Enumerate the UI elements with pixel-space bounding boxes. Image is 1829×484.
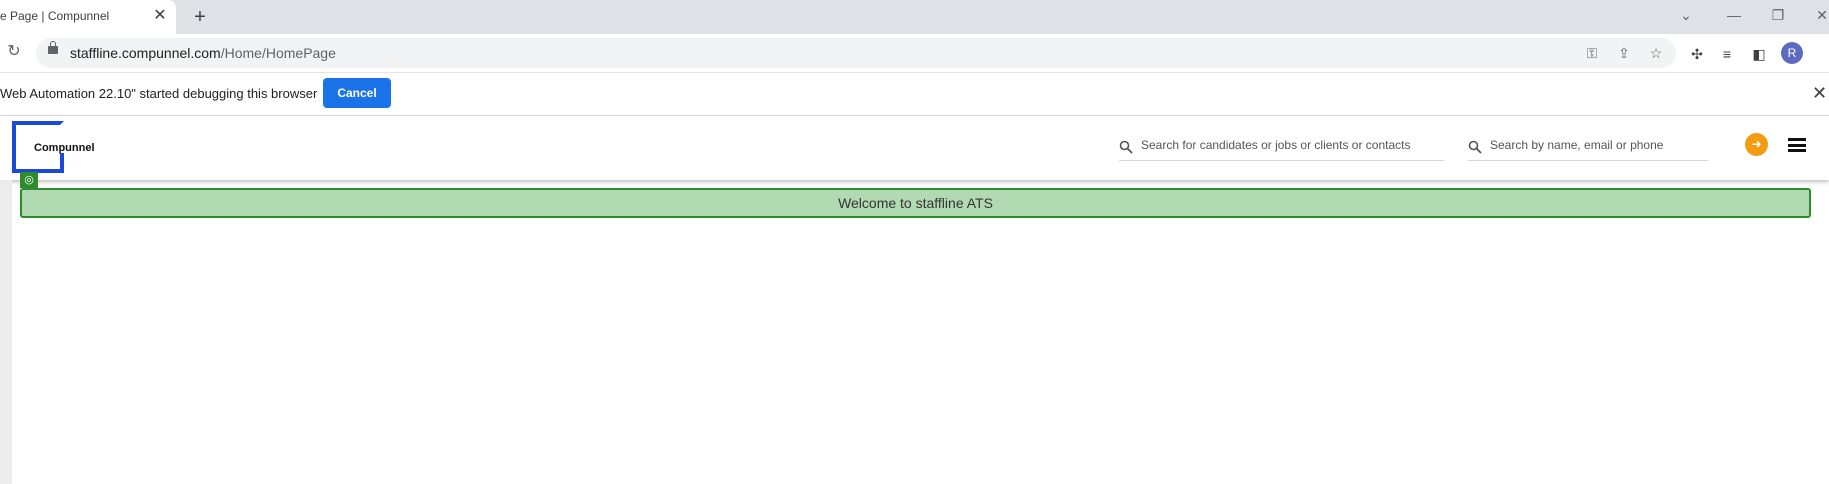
sign-out-icon[interactable]: ➜ [1745,133,1768,156]
key-icon[interactable]: ⚿ [1582,43,1602,63]
bookmark-star-icon[interactable]: ☆ [1646,43,1666,63]
media-icon[interactable]: ≡ [1716,43,1738,65]
left-gutter [0,180,12,484]
url-text: staffline.compunnel.com/Home/HomePage [70,45,336,61]
profile-avatar[interactable]: R [1781,42,1803,64]
lock-icon[interactable] [48,41,58,54]
extensions-icon[interactable]: ✣ [1686,43,1708,65]
url-host: staffline.compunnel.com [70,45,221,61]
global-search [1119,134,1444,161]
share-icon[interactable]: ⇪ [1614,43,1634,63]
logo-text: Compunnel [34,142,95,154]
hamburger-menu-icon[interactable] [1788,138,1806,152]
tab-strip: e Page | Compunnel ✕ + ⌄ — ❐ ✕ [0,0,1829,34]
app-header: Compunnel ➜ [0,116,1829,180]
infobar-close-icon[interactable]: ✕ [1812,83,1829,103]
search-icon [1468,140,1482,154]
people-search [1468,134,1708,161]
search-icon [1119,140,1133,154]
window-close-icon[interactable]: ✕ [1810,4,1829,26]
reload-icon[interactable]: ↻ [4,42,24,62]
cancel-debugging-button[interactable]: Cancel [323,78,391,108]
browser-toolbar: ↻ staffline.compunnel.com/Home/HomePage … [0,34,1829,73]
infobar-message: Web Automation 22.10" started debugging … [0,86,318,101]
people-search-input[interactable] [1488,137,1707,153]
side-panel-icon[interactable]: ◧ [1748,43,1770,65]
tab-title: e Page | Compunnel [0,9,110,23]
minimize-icon[interactable]: — [1722,4,1746,26]
target-marker-icon: ◎ [20,172,38,188]
tab-close-icon[interactable]: ✕ [150,6,170,26]
url-path: /Home/HomePage [220,45,336,61]
new-tab-button[interactable]: + [188,5,212,29]
compunnel-logo[interactable]: Compunnel [12,121,95,173]
tab-search-icon[interactable]: ⌄ [1674,4,1698,26]
debugging-infobar: Web Automation 22.10" started debugging … [0,73,1829,116]
global-search-input[interactable] [1139,137,1443,153]
welcome-banner: Welcome to staffline ATS [20,188,1811,218]
browser-tab[interactable]: e Page | Compunnel ✕ [0,0,176,34]
address-bar[interactable]: staffline.compunnel.com/Home/HomePage ⚿ … [36,38,1676,68]
welcome-message: Welcome to staffline ATS [838,195,993,211]
restore-icon[interactable]: ❐ [1766,4,1790,26]
